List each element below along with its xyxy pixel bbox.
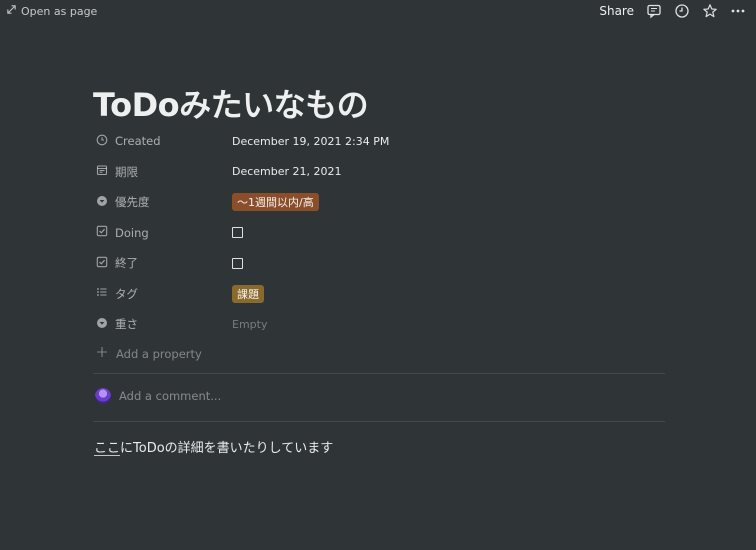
property-label: 重さ <box>115 317 138 332</box>
property-name-created[interactable]: Created <box>93 134 232 149</box>
open-as-page-label: Open as page <box>21 4 98 18</box>
deadline-date: December 21, 2021 <box>232 165 342 179</box>
created-date: December 19, 2021 2:34 PM <box>232 134 390 148</box>
underlined-text: ここ <box>94 441 121 456</box>
property-row-weight: 重さ Empty <box>93 309 665 340</box>
comment-input[interactable]: Add a comment... <box>95 388 221 404</box>
doing-checkbox[interactable] <box>232 227 243 239</box>
tag-chip: 課題 <box>232 284 264 303</box>
property-value-done <box>232 257 243 269</box>
property-row-priority: 優先度 〜1週間以内/高 <box>93 187 665 218</box>
property-value-weight[interactable]: Empty <box>232 318 267 331</box>
property-name-deadline[interactable]: 期限 <box>93 164 232 180</box>
property-row-created: Created December 19, 2021 2:34 PM <box>93 126 665 157</box>
property-value-priority[interactable]: 〜1週間以内/高 <box>232 193 319 212</box>
property-list: Created December 19, 2021 2:34 PM 期限 Dec… <box>93 126 665 340</box>
property-row-deadline: 期限 December 21, 2021 <box>93 157 665 188</box>
property-row-done: 終了 <box>93 248 665 279</box>
done-checkbox[interactable] <box>232 257 243 269</box>
more-icon[interactable] <box>730 3 746 19</box>
add-property-button[interactable]: Add a property <box>96 346 202 361</box>
property-value-tags[interactable]: 課題 <box>232 284 264 303</box>
property-value-created[interactable]: December 19, 2021 2:34 PM <box>232 135 389 148</box>
top-actions: Share <box>599 3 746 19</box>
clock-icon <box>96 134 108 149</box>
checkbox-icon <box>96 256 108 271</box>
property-name-tags[interactable]: タグ <box>93 286 232 302</box>
open-as-page-button[interactable]: Open as page <box>6 4 97 18</box>
property-label: 期限 <box>115 164 138 179</box>
property-name-weight[interactable]: 重さ <box>93 316 232 332</box>
top-bar: Open as page Share <box>0 0 756 24</box>
page-title[interactable]: ToDoみたいなもの <box>93 80 369 126</box>
calendar-icon <box>96 164 108 179</box>
property-label: 優先度 <box>115 195 150 210</box>
property-name-priority[interactable]: 優先度 <box>93 194 232 210</box>
clock-icon[interactable] <box>674 3 690 19</box>
property-label: Created <box>115 134 161 149</box>
expand-icon <box>6 4 17 18</box>
select-icon <box>96 317 108 332</box>
divider <box>93 373 665 374</box>
property-name-done[interactable]: 終了 <box>93 255 232 271</box>
checkbox-icon <box>96 225 108 240</box>
comment-placeholder: Add a comment... <box>119 389 222 403</box>
empty-value: Empty <box>232 317 268 331</box>
property-row-doing: Doing <box>93 218 665 249</box>
body-text-rest: にToDoの詳細を書いたりしています <box>120 441 334 456</box>
star-icon[interactable] <box>702 3 718 19</box>
page-body-text[interactable]: ここにToDoの詳細を書いたりしています <box>94 437 333 456</box>
list-icon <box>96 286 108 301</box>
property-value-deadline[interactable]: December 21, 2021 <box>232 165 342 178</box>
avatar <box>95 388 111 404</box>
share-button[interactable]: Share <box>599 4 634 18</box>
property-name-doing[interactable]: Doing <box>93 225 232 240</box>
property-label: Doing <box>115 225 149 240</box>
plus-icon <box>96 346 108 361</box>
add-property-label: Add a property <box>116 346 202 361</box>
priority-tag: 〜1週間以内/高 <box>232 193 319 212</box>
comment-icon[interactable] <box>646 3 662 19</box>
select-icon <box>96 195 108 210</box>
property-label: 終了 <box>115 256 138 271</box>
divider <box>93 421 665 422</box>
property-row-tags: タグ 課題 <box>93 279 665 310</box>
property-label: タグ <box>115 286 138 301</box>
property-value-doing <box>232 227 243 239</box>
